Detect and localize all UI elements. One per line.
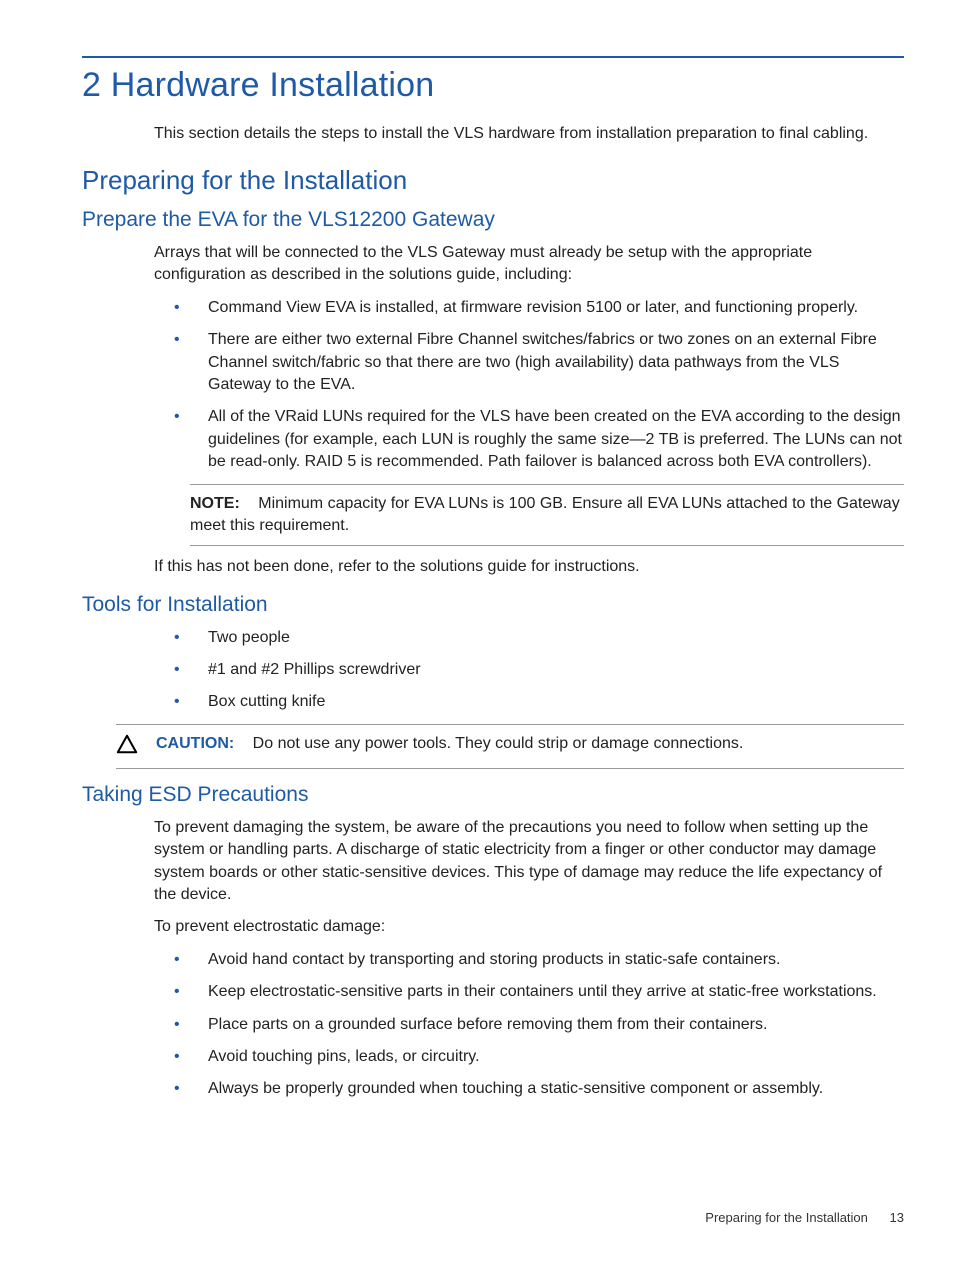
footer-page-number: 13 <box>890 1210 904 1225</box>
list-item: Avoid hand contact by transporting and s… <box>174 949 904 971</box>
chapter-title: 2 Hardware Installation <box>82 66 904 105</box>
caution-box: CAUTION: Do not use any power tools. The… <box>116 724 904 769</box>
tools-bullets: Two people #1 and #2 Phillips screwdrive… <box>174 627 904 714</box>
chapter-title-text: Hardware Installation <box>111 66 435 104</box>
list-item: #1 and #2 Phillips screwdriver <box>174 659 904 681</box>
list-item: Box cutting knife <box>174 691 904 713</box>
chapter-number: 2 <box>82 66 101 104</box>
list-item: There are either two external Fibre Chan… <box>174 329 904 396</box>
list-item: All of the VRaid LUNs required for the V… <box>174 406 904 473</box>
intro-paragraph: This section details the steps to instal… <box>154 125 904 143</box>
note-label: NOTE: <box>190 495 240 512</box>
caution-label: CAUTION: <box>156 735 234 752</box>
list-item: Place parts on a grounded surface before… <box>174 1014 904 1036</box>
esd-bullets: Avoid hand contact by transporting and s… <box>174 949 904 1101</box>
list-item: Always be properly grounded when touchin… <box>174 1078 904 1100</box>
subsection-esd: Taking ESD Precautions <box>82 783 904 807</box>
caution-text: Do not use any power tools. They could s… <box>253 735 744 752</box>
list-item: Two people <box>174 627 904 649</box>
subsection-tools: Tools for Installation <box>82 593 904 617</box>
section-preparing: Preparing for the Installation <box>82 165 904 196</box>
footer-text: Preparing for the Installation <box>705 1210 868 1225</box>
footer: Preparing for the Installation 13 <box>705 1210 904 1225</box>
after-note-paragraph: If this has not been done, refer to the … <box>154 556 904 578</box>
esd-paragraph-1: To prevent damaging the system, be aware… <box>154 817 904 907</box>
page: 2 Hardware Installation This section det… <box>0 0 954 1271</box>
note-text: Minimum capacity for EVA LUNs is 100 GB.… <box>190 495 900 534</box>
list-item: Keep electrostatic-sensitive parts in th… <box>174 981 904 1003</box>
top-rule <box>82 56 904 58</box>
caution-row: CAUTION: Do not use any power tools. The… <box>156 733 743 755</box>
list-item: Avoid touching pins, leads, or circuitry… <box>174 1046 904 1068</box>
esd-paragraph-2: To prevent electrostatic damage: <box>154 916 904 938</box>
list-item: Command View EVA is installed, at firmwa… <box>174 297 904 319</box>
prepare-eva-paragraph: Arrays that will be connected to the VLS… <box>154 242 904 287</box>
caution-icon <box>116 733 144 760</box>
prepare-eva-bullets: Command View EVA is installed, at firmwa… <box>174 297 904 474</box>
note-box: NOTE: Minimum capacity for EVA LUNs is 1… <box>190 484 904 547</box>
subsection-prepare-eva: Prepare the EVA for the VLS12200 Gateway <box>82 208 904 232</box>
